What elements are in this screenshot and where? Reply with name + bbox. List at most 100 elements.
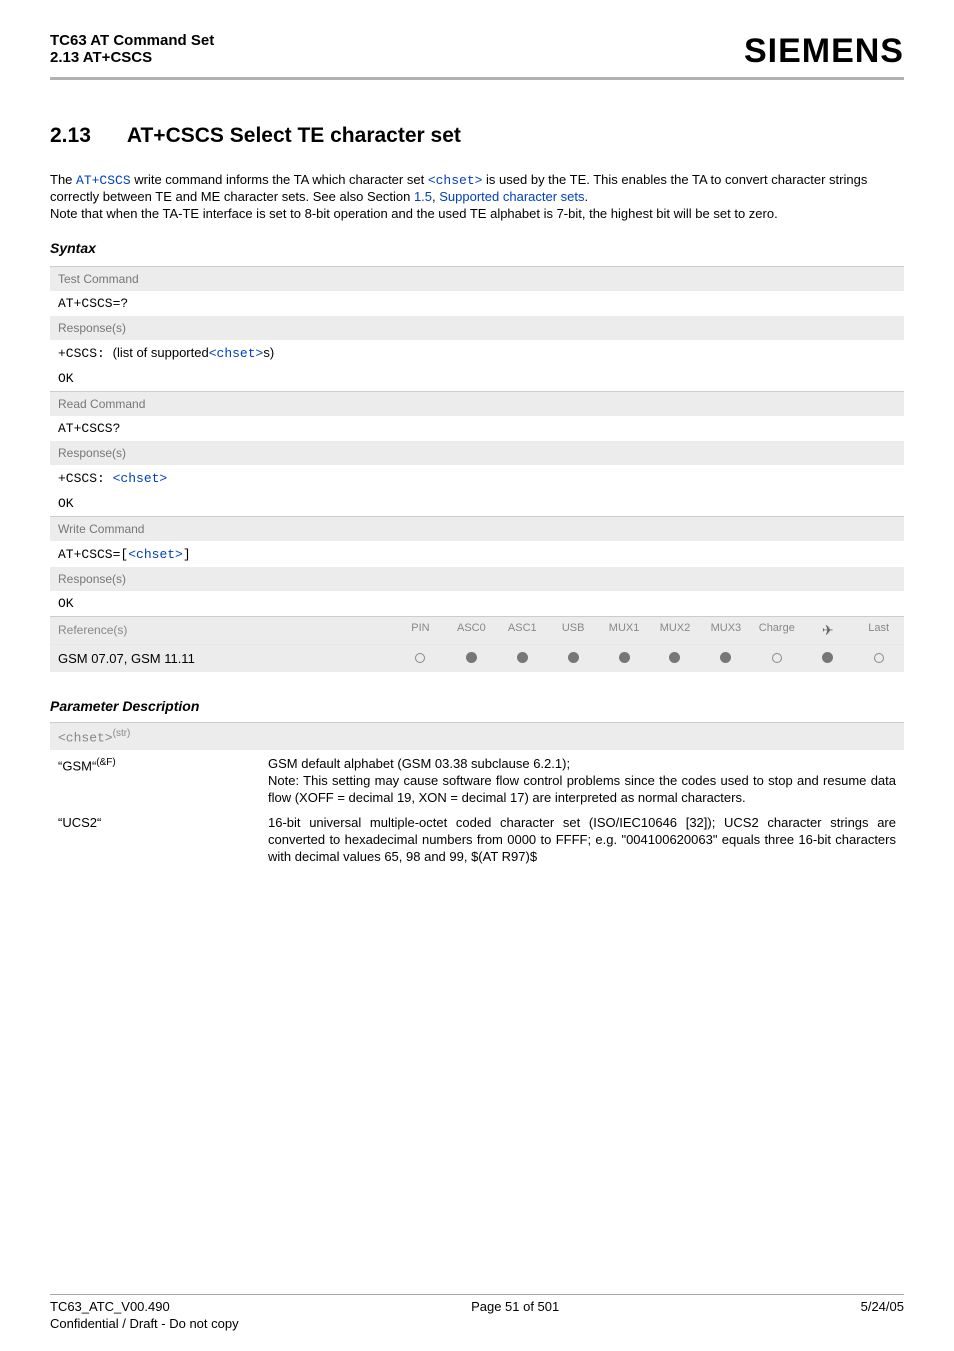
circle-open-icon <box>772 653 782 663</box>
col-asc0: ASC0 <box>446 617 497 644</box>
write-command-cmd: AT+CSCS=[<chset>] <box>50 541 904 567</box>
footer-confidential: Confidential / Draft - Do not copy <box>50 1316 904 1331</box>
col-mux3: MUX3 <box>700 617 751 644</box>
section-ref-link[interactable]: 1.5 <box>414 189 432 204</box>
reference-data-row: GSM 07.07, GSM 11.11 <box>50 644 904 672</box>
param-header-sup: (str) <box>113 728 131 739</box>
param-link-chset[interactable]: <chset> <box>113 471 168 486</box>
read-command-label: Read Command <box>50 392 904 416</box>
param-link-chset[interactable]: <chset> <box>128 547 183 562</box>
param-val-gsm: GSM default alphabet (GSM 03.38 subclaus… <box>268 756 896 807</box>
page-footer: TC63_ATC_V00.490 Page 51 of 501 5/24/05 … <box>50 1294 904 1331</box>
reference-block: Reference(s) PIN ASC0 ASC1 USB MUX1 MUX2… <box>50 616 904 672</box>
col-mux1: MUX1 <box>599 617 650 644</box>
read-command-block: Read Command AT+CSCS? Response(s) +CSCS:… <box>50 391 904 516</box>
circle-fill-icon <box>517 652 528 663</box>
col-charge: Charge <box>751 617 802 644</box>
param-key-text: “UCS2“ <box>58 815 101 830</box>
param-box: <chset>(str) “GSM“(&F) GSM default alpha… <box>50 722 904 868</box>
param-link-chset[interactable]: <chset> <box>209 346 264 361</box>
write-command-block: Write Command AT+CSCS=[<chset>] Response… <box>50 516 904 616</box>
mark-mux3 <box>700 647 751 670</box>
intro-note: Note that when the TA-TE interface is se… <box>50 206 778 221</box>
intro-text: write command informs the TA which chara… <box>131 172 428 187</box>
brand-logo: SIEMENS <box>744 32 904 71</box>
footer-right: 5/24/05 <box>861 1299 904 1314</box>
read-responses-label: Response(s) <box>50 441 904 465</box>
test-ok: OK <box>50 366 904 391</box>
col-last: Last <box>853 617 904 644</box>
mark-pin <box>395 647 446 670</box>
mark-charge <box>751 647 802 670</box>
section-heading: 2.13 AT+CSCS Select TE character set <box>50 124 904 148</box>
circle-fill-icon <box>822 652 833 663</box>
test-responses-label: Response(s) <box>50 316 904 340</box>
header-left: TC63 AT Command Set 2.13 AT+CSCS <box>50 32 214 66</box>
footer-left: TC63_ATC_V00.490 <box>50 1299 170 1314</box>
read-response-line: +CSCS: <chset> <box>50 465 904 491</box>
footer-row: TC63_ATC_V00.490 Page 51 of 501 5/24/05 <box>50 1299 904 1314</box>
resp-text: (list of supported <box>113 345 209 360</box>
resp-prefix: +CSCS: <box>58 346 113 361</box>
param-row-gsm: “GSM“(&F) GSM default alphabet (GSM 03.3… <box>50 750 904 809</box>
mark-last <box>853 647 904 670</box>
circle-open-icon <box>874 653 884 663</box>
section-title: AT+CSCS Select TE character set <box>127 124 461 148</box>
cmd-prefix: AT+CSCS= <box>58 547 120 562</box>
col-asc1: ASC1 <box>497 617 548 644</box>
circle-open-icon <box>415 653 425 663</box>
syntax-box: Test Command AT+CSCS=? Response(s) +CSCS… <box>50 266 904 672</box>
test-response-line: +CSCS: (list of supported<chset>s) <box>50 340 904 366</box>
mark-asc0 <box>446 647 497 670</box>
doc-section-ref: 2.13 AT+CSCS <box>50 49 214 66</box>
resp-prefix: +CSCS: <box>58 471 113 486</box>
doc-title: TC63 AT Command Set <box>50 32 214 49</box>
col-airplane-icon: ✈ <box>802 617 853 644</box>
intro-text: . <box>585 189 589 204</box>
resp-suffix: s) <box>263 345 274 360</box>
write-command-label: Write Command <box>50 517 904 541</box>
param-desc-label: Parameter Description <box>50 698 904 714</box>
cmd-link-atcscs[interactable]: AT+CSCS <box>76 173 131 188</box>
test-command-block: Test Command AT+CSCS=? Response(s) +CSCS… <box>50 266 904 391</box>
param-row-ucs2: “UCS2“ 16-bit universal multiple-octet c… <box>50 809 904 868</box>
test-command-cmd: AT+CSCS=? <box>50 291 904 316</box>
reference-label: Reference(s) <box>50 618 395 642</box>
bracket-close: ] <box>183 547 191 562</box>
mark-asc1 <box>497 647 548 670</box>
mark-usb <box>548 647 599 670</box>
mark-mux2 <box>650 647 701 670</box>
mark-mux1 <box>599 647 650 670</box>
test-command-label: Test Command <box>50 267 904 291</box>
syntax-label: Syntax <box>50 240 904 256</box>
reference-value: GSM 07.07, GSM 11.11 <box>50 645 395 672</box>
param-header: <chset>(str) <box>50 723 904 750</box>
param-key-ucs2: “UCS2“ <box>58 815 258 866</box>
col-pin: PIN <box>395 617 446 644</box>
footer-rule <box>50 1294 904 1295</box>
circle-fill-icon <box>669 652 680 663</box>
write-ok: OK <box>50 591 904 616</box>
col-mux2: MUX2 <box>650 617 701 644</box>
param-key-text: “GSM“ <box>58 758 96 773</box>
reference-marks <box>395 647 904 670</box>
circle-fill-icon <box>720 652 731 663</box>
supported-charsets-link[interactable]: Supported character sets <box>439 189 584 204</box>
header-rule <box>50 77 904 80</box>
page-header: TC63 AT Command Set 2.13 AT+CSCS SIEMENS <box>50 32 904 71</box>
circle-fill-icon <box>466 652 477 663</box>
param-key-sup: (&F) <box>96 757 115 768</box>
read-ok: OK <box>50 491 904 516</box>
param-key-gsm: “GSM“(&F) <box>58 756 258 807</box>
circle-fill-icon <box>568 652 579 663</box>
read-command-cmd: AT+CSCS? <box>50 416 904 441</box>
col-usb: USB <box>548 617 599 644</box>
param-val-ucs2: 16-bit universal multiple-octet coded ch… <box>268 815 896 866</box>
reference-header-row: Reference(s) PIN ASC0 ASC1 USB MUX1 MUX2… <box>50 617 904 644</box>
reference-columns: PIN ASC0 ASC1 USB MUX1 MUX2 MUX3 Charge … <box>395 617 904 644</box>
param-header-name: <chset> <box>58 730 113 745</box>
param-link-chset[interactable]: <chset> <box>428 173 483 188</box>
intro-paragraph: The AT+CSCS write command informs the TA… <box>50 172 904 222</box>
mark-airplane <box>802 647 853 670</box>
footer-center: Page 51 of 501 <box>471 1299 559 1314</box>
